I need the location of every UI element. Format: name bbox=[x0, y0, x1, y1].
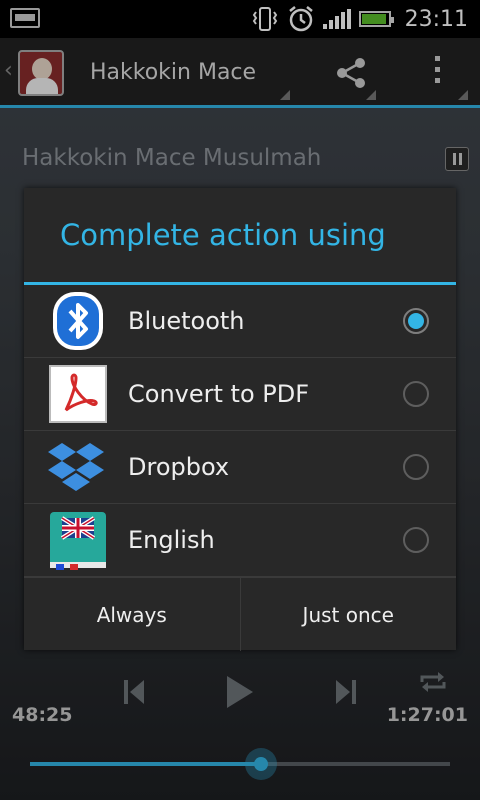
dialog-button-bar: Always Just once bbox=[24, 577, 456, 651]
radio-dropbox[interactable] bbox=[403, 454, 429, 480]
app-list: Bluetooth Convert to PDF Dropbox English bbox=[24, 285, 456, 577]
pdf-icon bbox=[49, 365, 107, 423]
list-item-dropbox[interactable]: Dropbox bbox=[24, 431, 456, 504]
always-button[interactable]: Always bbox=[24, 578, 240, 651]
list-item-label: English bbox=[128, 526, 215, 554]
dialog-title: Complete action using bbox=[60, 218, 386, 252]
dictionary-icon bbox=[50, 512, 106, 570]
just-once-button[interactable]: Just once bbox=[239, 578, 457, 651]
list-item-bluetooth[interactable]: Bluetooth bbox=[24, 285, 456, 358]
list-item-label: Convert to PDF bbox=[128, 380, 310, 408]
list-item-english[interactable]: English bbox=[24, 504, 456, 577]
dropbox-icon bbox=[48, 443, 104, 491]
chooser-dialog: Complete action using Bluetooth Convert … bbox=[24, 188, 456, 651]
list-item-label: Dropbox bbox=[128, 453, 230, 481]
radio-bluetooth[interactable] bbox=[403, 308, 429, 334]
bluetooth-icon bbox=[53, 292, 103, 350]
list-item-convert-to-pdf[interactable]: Convert to PDF bbox=[24, 358, 456, 431]
list-item-label: Bluetooth bbox=[128, 307, 245, 335]
radio-english[interactable] bbox=[403, 527, 429, 553]
radio-convert-to-pdf[interactable] bbox=[403, 381, 429, 407]
